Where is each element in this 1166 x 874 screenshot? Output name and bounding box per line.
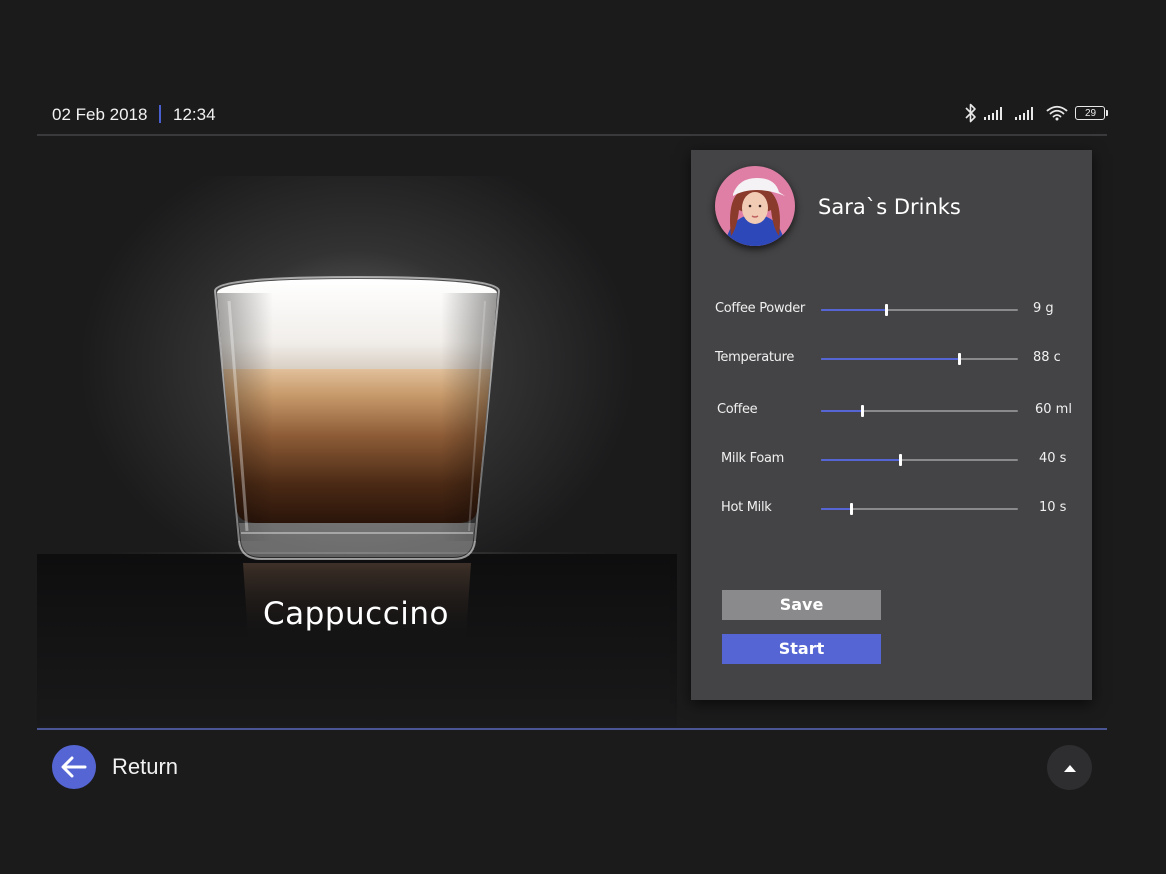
bluetooth-icon [965, 103, 976, 123]
status-time: 12:34 [173, 105, 216, 124]
setting-row: Hot Milk 10 s [691, 496, 1092, 522]
setting-value: 60 ml [1035, 402, 1072, 417]
slider-fill [821, 410, 863, 412]
status-icons: 29 [965, 102, 1108, 124]
setting-slider[interactable] [821, 405, 1018, 417]
setting-row: Coffee 60 ml [691, 398, 1092, 424]
battery-level: 29 [1084, 108, 1097, 119]
setting-slider[interactable] [821, 454, 1018, 466]
setting-slider[interactable] [821, 353, 1018, 365]
setting-label: Temperature [715, 350, 795, 365]
battery-icon: 29 [1075, 106, 1108, 120]
setting-label: Milk Foam [721, 451, 784, 466]
slider-fill [821, 508, 851, 510]
setting-slider[interactable] [821, 304, 1018, 316]
setting-value: 9 g [1033, 301, 1054, 316]
status-bar: 02 Feb 2018 12:34 29 [37, 100, 1108, 136]
setting-label: Coffee Powder [715, 301, 805, 316]
slider-thumb[interactable] [957, 353, 961, 365]
setting-label: Coffee [717, 402, 758, 417]
start-button[interactable]: Start [722, 634, 881, 664]
drink-name: Cappuccino [263, 596, 449, 632]
setting-label: Hot Milk [721, 500, 772, 515]
bottom-divider [37, 728, 1107, 730]
user-avatar-photo [715, 166, 795, 246]
slider-fill [821, 459, 900, 461]
return-label: Return [112, 754, 179, 779]
coffee-machine-screen: 02 Feb 2018 12:34 29 Cappuccino Sara`s D… [0, 0, 1166, 874]
signal-icon [1015, 107, 1033, 120]
scroll-up-button[interactable] [1047, 745, 1092, 790]
drink-settings-panel: Sara`s Drinks Coffee Powder 9 g Temperatur… [691, 150, 1092, 700]
save-button[interactable]: Save [722, 590, 881, 620]
profile-name: Sara`s Drinks [818, 195, 961, 219]
setting-value: 40 s [1039, 451, 1067, 466]
caret-up-icon [1063, 764, 1076, 772]
status-date: 02 Feb 2018 [52, 105, 148, 124]
arrow-left-icon [52, 745, 96, 789]
slider-fill [821, 358, 959, 360]
drink-showcase: Cappuccino [37, 136, 677, 726]
user-avatar[interactable] [715, 166, 795, 246]
setting-row: Coffee Powder 9 g [691, 297, 1092, 323]
signal-icon [984, 107, 1002, 120]
return-button[interactable]: Return [52, 745, 178, 789]
setting-value: 88 c [1033, 350, 1061, 365]
slider-thumb[interactable] [849, 503, 853, 515]
slider-thumb[interactable] [885, 304, 888, 316]
slider-fill [821, 309, 886, 311]
setting-value: 10 s [1039, 500, 1067, 515]
slider-thumb[interactable] [861, 405, 865, 417]
wifi-icon [1046, 105, 1068, 121]
setting-slider[interactable] [821, 503, 1018, 515]
status-separator [159, 105, 161, 123]
setting-row: Temperature 88 c [691, 346, 1092, 372]
slider-thumb[interactable] [898, 454, 902, 466]
setting-row: Milk Foam 40 s [691, 447, 1092, 473]
